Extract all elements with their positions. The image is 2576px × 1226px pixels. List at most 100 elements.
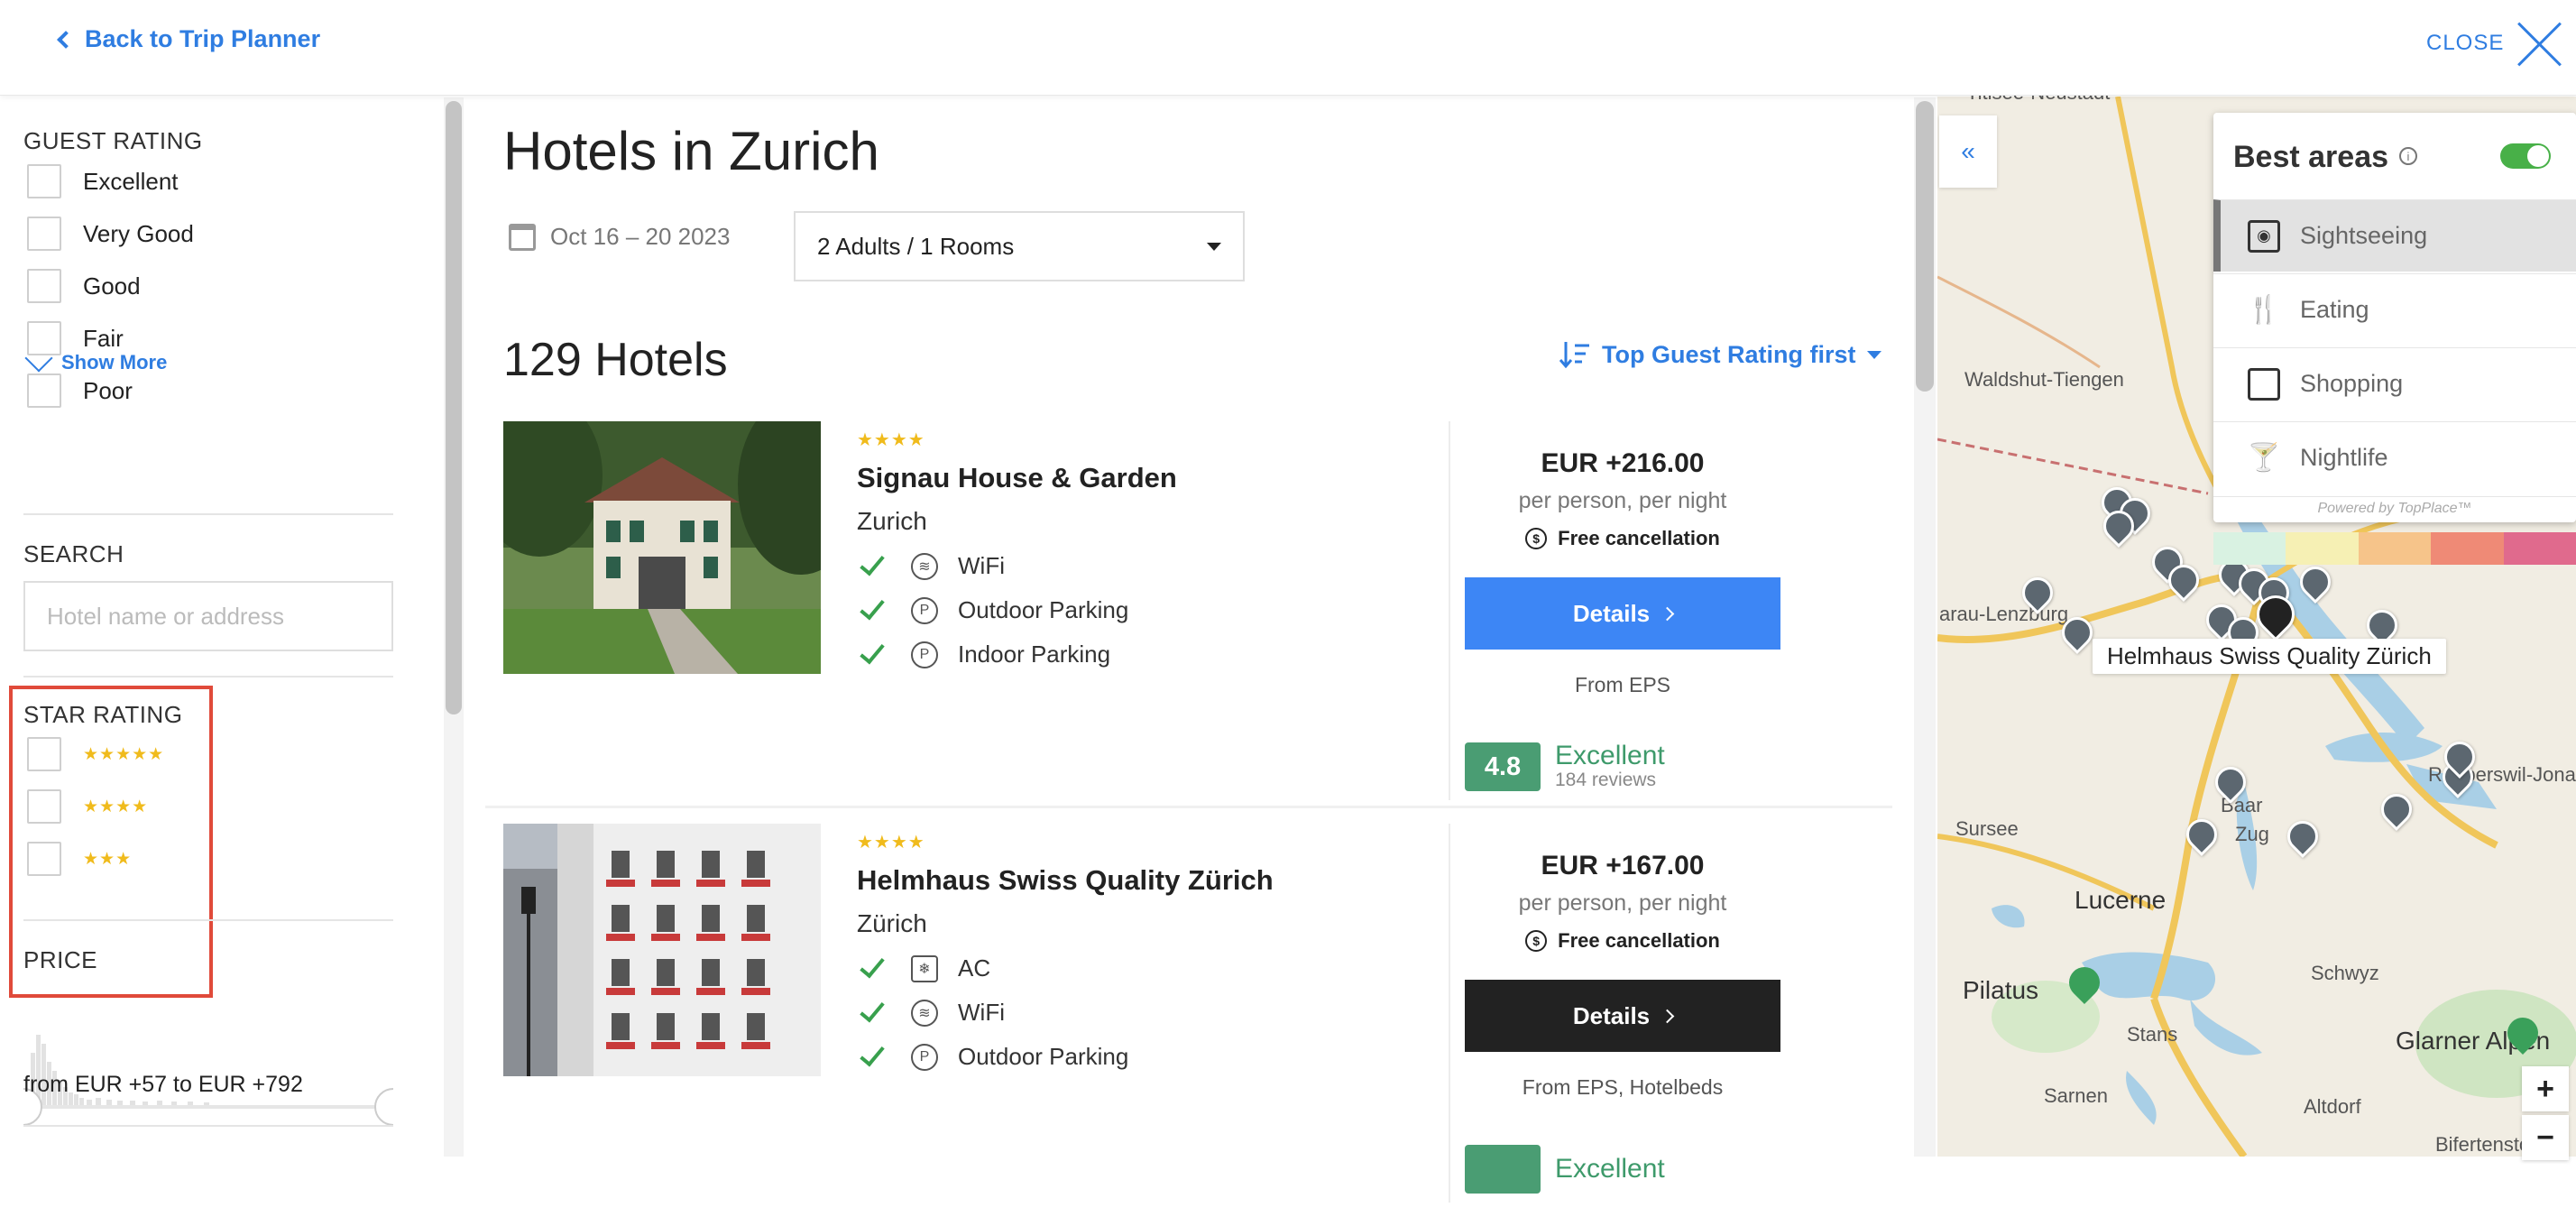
wifi-icon: ≋: [911, 999, 938, 1027]
filter-sidebar: GUEST RATING Excellent Very Good Good Fa…: [0, 97, 442, 1157]
close-label[interactable]: CLOSE: [2426, 31, 2504, 56]
price-column: EUR +167.00 per person, per night $ Free…: [1465, 851, 1780, 1100]
calendar-icon: [509, 223, 536, 251]
info-icon[interactable]: i: [2399, 147, 2417, 165]
card-separator: [485, 806, 1892, 808]
checkbox[interactable]: [27, 737, 61, 771]
amenity-label: AC: [958, 954, 991, 982]
guest-rating: 4.8 Excellent 184 reviews: [1465, 742, 1665, 791]
check-icon: [860, 594, 885, 620]
four-stars: ★★★★: [83, 797, 149, 816]
parking-icon: P: [911, 596, 938, 624]
checkbox[interactable]: [27, 373, 61, 408]
price-slider-max-handle[interactable]: [374, 1088, 393, 1126]
map-place-waldshut: Waldshut-Tiengen: [1964, 368, 2124, 391]
legend-swatch: [2358, 532, 2432, 565]
hotel-card[interactable]: ★★★★ Signau House & Garden Zurich ≋ WiFi…: [485, 421, 1892, 824]
hotel-name[interactable]: Helmhaus Swiss Quality Zürich: [857, 864, 1274, 897]
powered-by-text: Powered by TopPlace™: [2213, 496, 2576, 517]
zoom-in-button[interactable]: +: [2522, 1066, 2569, 1111]
checkbox[interactable]: [27, 164, 61, 198]
price: EUR +216.00: [1541, 448, 1705, 478]
guest-rating-option-very-good[interactable]: Very Good: [27, 217, 194, 251]
hotel-photo[interactable]: [503, 421, 821, 674]
guest-rating-option-good[interactable]: Good: [27, 269, 141, 303]
map-place-schwyz: Schwyz: [2311, 962, 2379, 984]
caret-down-icon: [1866, 350, 1881, 359]
legend-swatch: [2503, 532, 2576, 565]
card-divider: [1449, 421, 1450, 800]
divider: [23, 919, 393, 921]
option-label: Very Good: [83, 219, 194, 247]
chevron-right-icon: [1660, 1009, 1675, 1023]
checkbox[interactable]: [27, 842, 61, 876]
best-areas-toggle[interactable]: [2500, 143, 2551, 169]
checkbox[interactable]: [27, 269, 61, 303]
hotel-search-input[interactable]: [23, 581, 393, 651]
legend-swatch: [2431, 532, 2504, 565]
top-bar: Back to Trip Planner CLOSE: [0, 0, 2576, 96]
map-place-zug: Zug: [2235, 823, 2269, 845]
fork-knife-icon: 🍴: [2247, 295, 2281, 325]
amenity-label: Indoor Parking: [958, 641, 1111, 668]
shopping-bag-icon: [2248, 367, 2280, 401]
details-button[interactable]: Details: [1465, 577, 1780, 650]
date-range[interactable]: Oct 16 – 20 2023: [509, 223, 730, 251]
best-areas-item-eating[interactable]: 🍴 Eating: [2213, 273, 2576, 346]
guests-rooms-select[interactable]: 2 Adults / 1 Rooms: [794, 211, 1245, 281]
amenities-list: ≋ WiFi P Outdoor Parking P Indoor Parkin…: [857, 549, 1177, 668]
check-icon: [860, 638, 885, 664]
amenity-item: ❄ AC: [857, 952, 1274, 982]
guest-rating-title: GUEST RATING: [23, 127, 203, 154]
best-areas-item-sightseeing[interactable]: ◉ Sightseeing: [2213, 199, 2576, 272]
amenity-item: ≋ WiFi: [857, 996, 1274, 1027]
best-areas-item-shopping[interactable]: Shopping: [2213, 347, 2576, 419]
amenity-item: P Indoor Parking: [857, 638, 1177, 668]
best-areas-item-nightlife[interactable]: 🍸 Nightlife: [2213, 421, 2576, 493]
zoom-out-button[interactable]: −: [2522, 1115, 2569, 1160]
show-more-label: Show More: [61, 351, 168, 373]
hotel-name[interactable]: Signau House & Garden: [857, 462, 1177, 494]
check-icon: [860, 952, 885, 978]
map-hotel-label[interactable]: Helmhaus Swiss Quality Zürich: [2093, 639, 2446, 674]
amenity-label: WiFi: [958, 552, 1005, 579]
checkbox[interactable]: [27, 789, 61, 824]
sort-dropdown[interactable]: Top Guest Rating first: [1559, 338, 1881, 371]
guest-rating-option-excellent[interactable]: Excellent: [27, 164, 179, 198]
guest-rating-option-poor[interactable]: Poor: [27, 373, 133, 408]
sidebar-scrollbar-thumb[interactable]: [446, 101, 462, 714]
rating-word: Excellent: [1555, 1154, 1665, 1184]
option-label: Fair: [83, 324, 124, 352]
cancellation-icon: $: [1525, 528, 1548, 549]
show-more-link[interactable]: Show More: [24, 344, 168, 374]
option-label: Excellent: [83, 167, 179, 195]
option-label: Good: [83, 272, 141, 300]
price-histogram[interactable]: [23, 981, 393, 1143]
legend-swatch: [2286, 532, 2359, 565]
divider: [23, 1125, 393, 1127]
star-rating-option-3[interactable]: ★★★: [27, 842, 132, 876]
amenity-label: WiFi: [958, 999, 1005, 1026]
check-icon: [860, 549, 885, 576]
amenity-item: ≋ WiFi: [857, 549, 1177, 580]
price-title: PRICE: [23, 946, 97, 973]
hotel-info: ★★★★ Helmhaus Swiss Quality Zürich Züric…: [857, 831, 1274, 1071]
hotel-city: Zürich: [857, 909, 927, 937]
back-to-trip-planner-link[interactable]: Back to Trip Planner: [57, 25, 320, 53]
sort-icon: [1559, 342, 1589, 369]
best-areas-item-label: Shopping: [2300, 370, 2404, 397]
checkbox[interactable]: [27, 217, 61, 251]
close-icon[interactable]: [2516, 20, 2563, 67]
details-button[interactable]: Details: [1465, 980, 1780, 1052]
indoor-parking-icon: P: [911, 641, 938, 668]
cancellation-icon: $: [1525, 930, 1548, 952]
star-rating-option-5[interactable]: ★★★★★: [27, 737, 164, 771]
parking-icon: P: [911, 1043, 938, 1071]
rating-badge: [1465, 1145, 1541, 1194]
hotel-photo[interactable]: [503, 824, 821, 1076]
list-scrollbar-thumb[interactable]: [1916, 101, 1934, 392]
details-label: Details: [1572, 599, 1651, 627]
collapse-map-button[interactable]: «: [1939, 115, 1997, 188]
hotel-card[interactable]: ★★★★ Helmhaus Swiss Quality Zürich Züric…: [485, 824, 1892, 1226]
star-rating-option-4[interactable]: ★★★★: [27, 789, 148, 824]
